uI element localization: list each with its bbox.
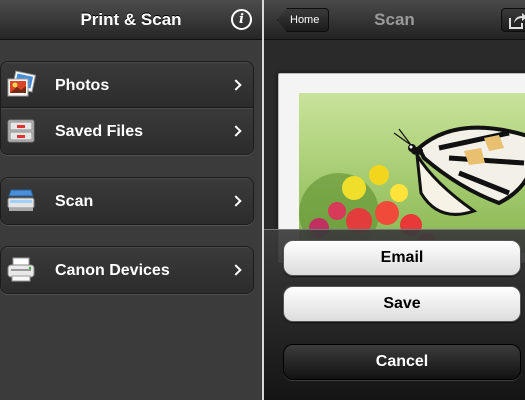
- menu-group-devices: Canon Devices: [0, 246, 254, 294]
- photos-icon: [7, 70, 36, 97]
- page-title: Scan: [374, 10, 415, 29]
- email-button[interactable]: Email: [283, 240, 521, 276]
- info-icon[interactable]: i: [231, 9, 252, 30]
- chevron-right-icon: [230, 125, 242, 137]
- chevron-right-icon: [230, 79, 242, 91]
- scan-screen: Home Scan Email Save Cancel: [264, 0, 525, 400]
- save-button[interactable]: Save: [283, 286, 521, 322]
- nav-bar: Home Scan: [264, 0, 525, 40]
- menu-item-label: Scan: [55, 193, 94, 210]
- nav-bar: Print & Scan i: [0, 0, 262, 40]
- menu-item-saved-files[interactable]: Saved Files: [1, 108, 253, 154]
- printer-icon: [7, 257, 35, 282]
- page-title: Print & Scan: [80, 10, 182, 29]
- share-button[interactable]: [501, 8, 525, 32]
- action-sheet: Email Save Cancel: [264, 229, 525, 400]
- scanner-icon: [7, 189, 35, 211]
- menu-group-media: Photos Saved Files: [0, 61, 254, 155]
- chevron-right-icon: [230, 264, 242, 276]
- menu-group-scan: Scan: [0, 177, 254, 225]
- menu-item-photos[interactable]: Photos: [1, 62, 253, 108]
- menu-item-scan[interactable]: Scan: [1, 178, 253, 224]
- print-scan-screen: Print & Scan i Photos Saved Files Scan C…: [0, 0, 262, 400]
- cancel-button[interactable]: Cancel: [283, 344, 521, 380]
- share-icon: [509, 13, 525, 29]
- menu-item-label: Canon Devices: [55, 262, 170, 279]
- menu-item-label: Photos: [55, 77, 110, 94]
- chevron-right-icon: [230, 195, 242, 207]
- menu-item-label: Saved Files: [55, 123, 144, 140]
- scan-preview-area: [264, 41, 525, 263]
- menu-item-canon-devices[interactable]: Canon Devices: [1, 247, 253, 293]
- saved-files-icon: [7, 119, 35, 143]
